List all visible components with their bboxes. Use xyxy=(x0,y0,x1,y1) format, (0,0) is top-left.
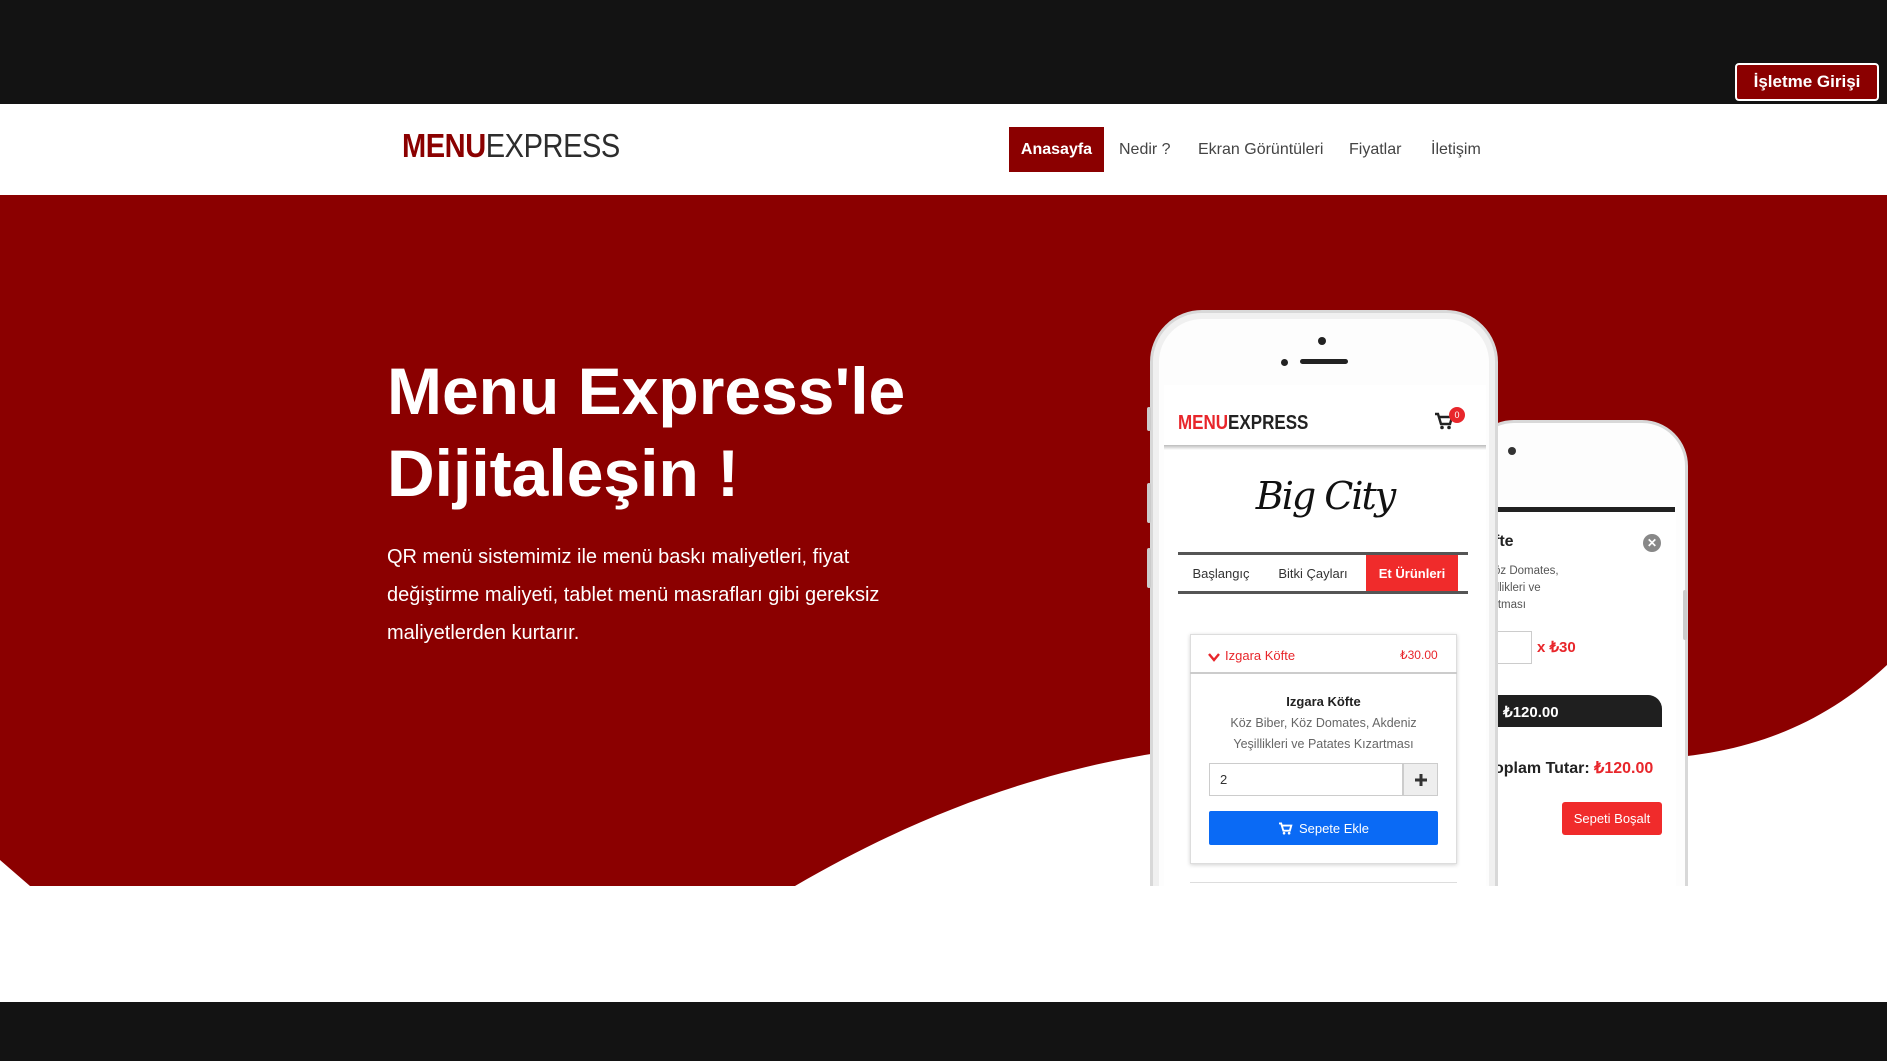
nav-item-contact[interactable]: İletişim xyxy=(1431,127,1481,172)
logo-part-express: EXPRESS xyxy=(485,127,621,164)
add-to-cart-button[interactable]: Sepete Ekle xyxy=(1209,811,1438,845)
top-bar xyxy=(0,0,1887,104)
phone-header-shadow xyxy=(1164,445,1486,450)
section-spacer xyxy=(0,886,1887,1002)
empty-cart-button[interactable]: Sepeti Boşalt xyxy=(1562,802,1662,835)
hero-title-line-1: Menu Express'le xyxy=(387,354,906,428)
tab-starters[interactable]: Başlangıç xyxy=(1178,555,1264,591)
plus-icon[interactable] xyxy=(1403,763,1438,796)
hero-title: Menu Express'le Dijitaleşin ! xyxy=(387,350,905,514)
phone-back-header-line xyxy=(1493,507,1675,512)
tab-herbal-teas[interactable]: Bitki Çayları xyxy=(1264,555,1362,591)
phone-front-volume-down xyxy=(1147,548,1151,588)
phone-front-mute-switch xyxy=(1147,407,1151,431)
menu-item-title: Izgara Köfte xyxy=(1286,694,1361,709)
navbar xyxy=(0,104,1887,195)
cart-unit-price: x ₺30 xyxy=(1537,639,1576,656)
cart-icon xyxy=(1278,822,1293,834)
menu-item-description: Köz Biber, Köz Domates, Akdeniz Yeşillik… xyxy=(1230,716,1417,751)
business-login-button[interactable]: İşletme Girişi xyxy=(1735,63,1879,101)
phone-back-camera xyxy=(1508,447,1516,455)
menu-item-price: ₺30.00 xyxy=(1400,648,1438,662)
cart-item-description: öz Domates, illikleri ve rtması xyxy=(1494,565,1559,611)
site-logo[interactable]: MENUEXPRESS xyxy=(402,127,620,165)
chevron-down-icon[interactable] xyxy=(1208,649,1220,667)
cart-count-badge: 0 xyxy=(1449,407,1465,423)
nav-item-what-is[interactable]: Nedir ? xyxy=(1119,127,1171,172)
tab-meat-products[interactable]: Et Ürünleri xyxy=(1366,555,1458,591)
app-logo[interactable]: MENUEXPRESS xyxy=(1178,412,1308,435)
bottom-bar xyxy=(0,1002,1887,1061)
add-to-cart-label: Sepete Ekle xyxy=(1298,820,1370,836)
quantity-input[interactable]: 2 xyxy=(1209,763,1403,796)
phone-back-side-button xyxy=(1683,590,1687,640)
restaurant-name: Big City xyxy=(1255,474,1396,518)
nav-item-screenshots[interactable]: Ekran Görüntüleri xyxy=(1198,127,1323,172)
phone-front-camera xyxy=(1318,337,1326,345)
logo-part-menu: MENU xyxy=(402,127,486,164)
remove-item-icon[interactable]: ✕ xyxy=(1643,534,1661,552)
cart-total: oplam Tutar: ₺120.00 xyxy=(1494,760,1654,777)
phone-front-volume-up xyxy=(1147,483,1151,523)
phone-front-sensor xyxy=(1281,359,1288,366)
menu-item-name[interactable]: Izgara Köfte xyxy=(1225,648,1295,663)
phone-front-speaker xyxy=(1300,359,1348,364)
hero-description: QR menü sistemimiz ile menü baskı maliye… xyxy=(387,546,880,644)
hero-title-line-2: Dijitaleşin ! xyxy=(387,436,740,510)
nav-item-home[interactable]: Anasayfa xyxy=(1009,127,1104,172)
nav-item-pricing[interactable]: Fiyatlar xyxy=(1349,127,1401,172)
cart-subtotal: : ₺120.00 xyxy=(1494,704,1559,721)
